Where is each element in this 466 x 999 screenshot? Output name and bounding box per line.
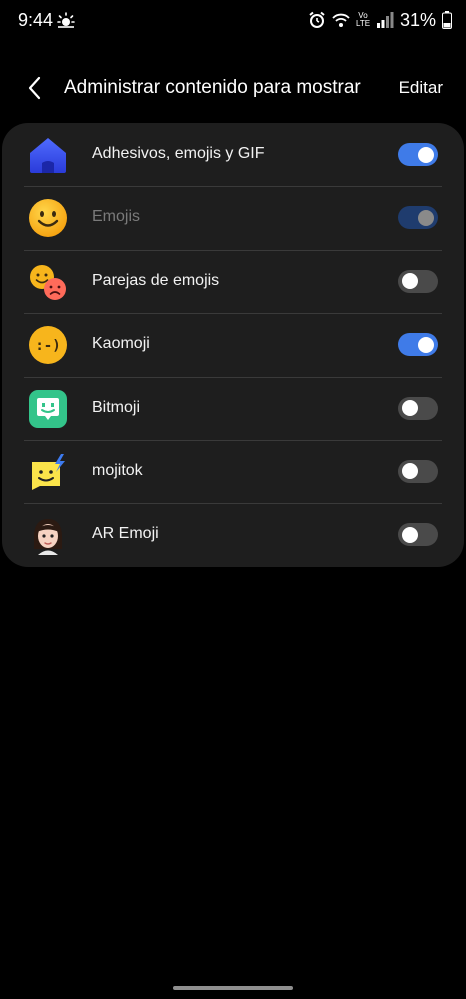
back-arrow-icon[interactable] [24, 74, 48, 102]
toggle-switch[interactable] [398, 459, 438, 483]
alarm-icon [309, 11, 325, 28]
toggle-knob [418, 146, 434, 163]
bitmoji-icon [29, 389, 67, 428]
brightness-sun-icon [57, 12, 75, 28]
list-item-adhesivos[interactable]: Adhesivos, emojis y GIF [2, 123, 464, 186]
toggle-knob [418, 209, 434, 226]
list-item-parejas[interactable]: Parejas de emojis [2, 249, 464, 313]
home-indicator[interactable] [173, 986, 293, 990]
smiley-emoji-icon [29, 199, 67, 238]
toggle-knob [402, 273, 418, 290]
list-item-kaomoji[interactable]: :-) Kaomoji [2, 313, 464, 376]
list-item-bitmoji[interactable]: Bitmoji [2, 376, 464, 440]
battery-icon [442, 11, 452, 29]
volte-label: Vo LTE [355, 11, 371, 28]
toggle-switch[interactable] [398, 269, 438, 293]
toggle-knob [402, 526, 418, 543]
mojitok-icon [32, 453, 65, 490]
status-bar: 9:44 Vo LTE 31% [0, 0, 466, 40]
list-item-label: Parejas de emojis [92, 271, 220, 289]
status-icons: Vo LTE 31% [308, 9, 452, 31]
svg-text::-): :-) [35, 338, 60, 354]
list-item-label: Bitmoji [92, 398, 141, 416]
toggle-switch[interactable] [398, 396, 438, 420]
toggle-switch[interactable] [398, 333, 438, 357]
list-item-label: AR Emoji [92, 525, 159, 543]
emoji-pairs-icon [30, 264, 66, 300]
home-icon [30, 138, 66, 173]
list-item-mojitok[interactable]: mojitok [2, 439, 464, 503]
wifi-icon [332, 13, 350, 27]
list-item-label: Emojis [92, 208, 141, 226]
list-item-label: mojitok [92, 461, 143, 479]
list-item-ar-emoji[interactable]: AR Emoji [2, 503, 464, 566]
app-header: Administrar contenido para mostrar Edita… [0, 62, 466, 114]
content-list-card: Adhesivos, emojis y GIF Emojis Parejas d… [2, 123, 464, 567]
toggle-knob [402, 463, 418, 480]
list-item-label: Kaomoji [92, 335, 150, 353]
toggle-switch[interactable] [398, 143, 438, 166]
status-time: 9:44 [18, 10, 54, 30]
edit-button[interactable]: Editar [399, 78, 443, 98]
battery-percent: 31% [399, 9, 436, 30]
toggle-switch[interactable] [398, 206, 438, 230]
signal-icon [376, 12, 394, 28]
toggle-switch[interactable] [398, 523, 438, 547]
list-item-emojis[interactable]: Emojis [2, 186, 464, 249]
toggle-knob [418, 336, 434, 353]
list-item-label: Adhesivos, emojis y GIF [92, 145, 265, 162]
page-title: Administrar contenido para mostrar [64, 77, 361, 98]
kaomoji-icon: :-) [29, 326, 67, 365]
ar-emoji-avatar-icon [34, 519, 62, 556]
toggle-knob [402, 400, 418, 417]
